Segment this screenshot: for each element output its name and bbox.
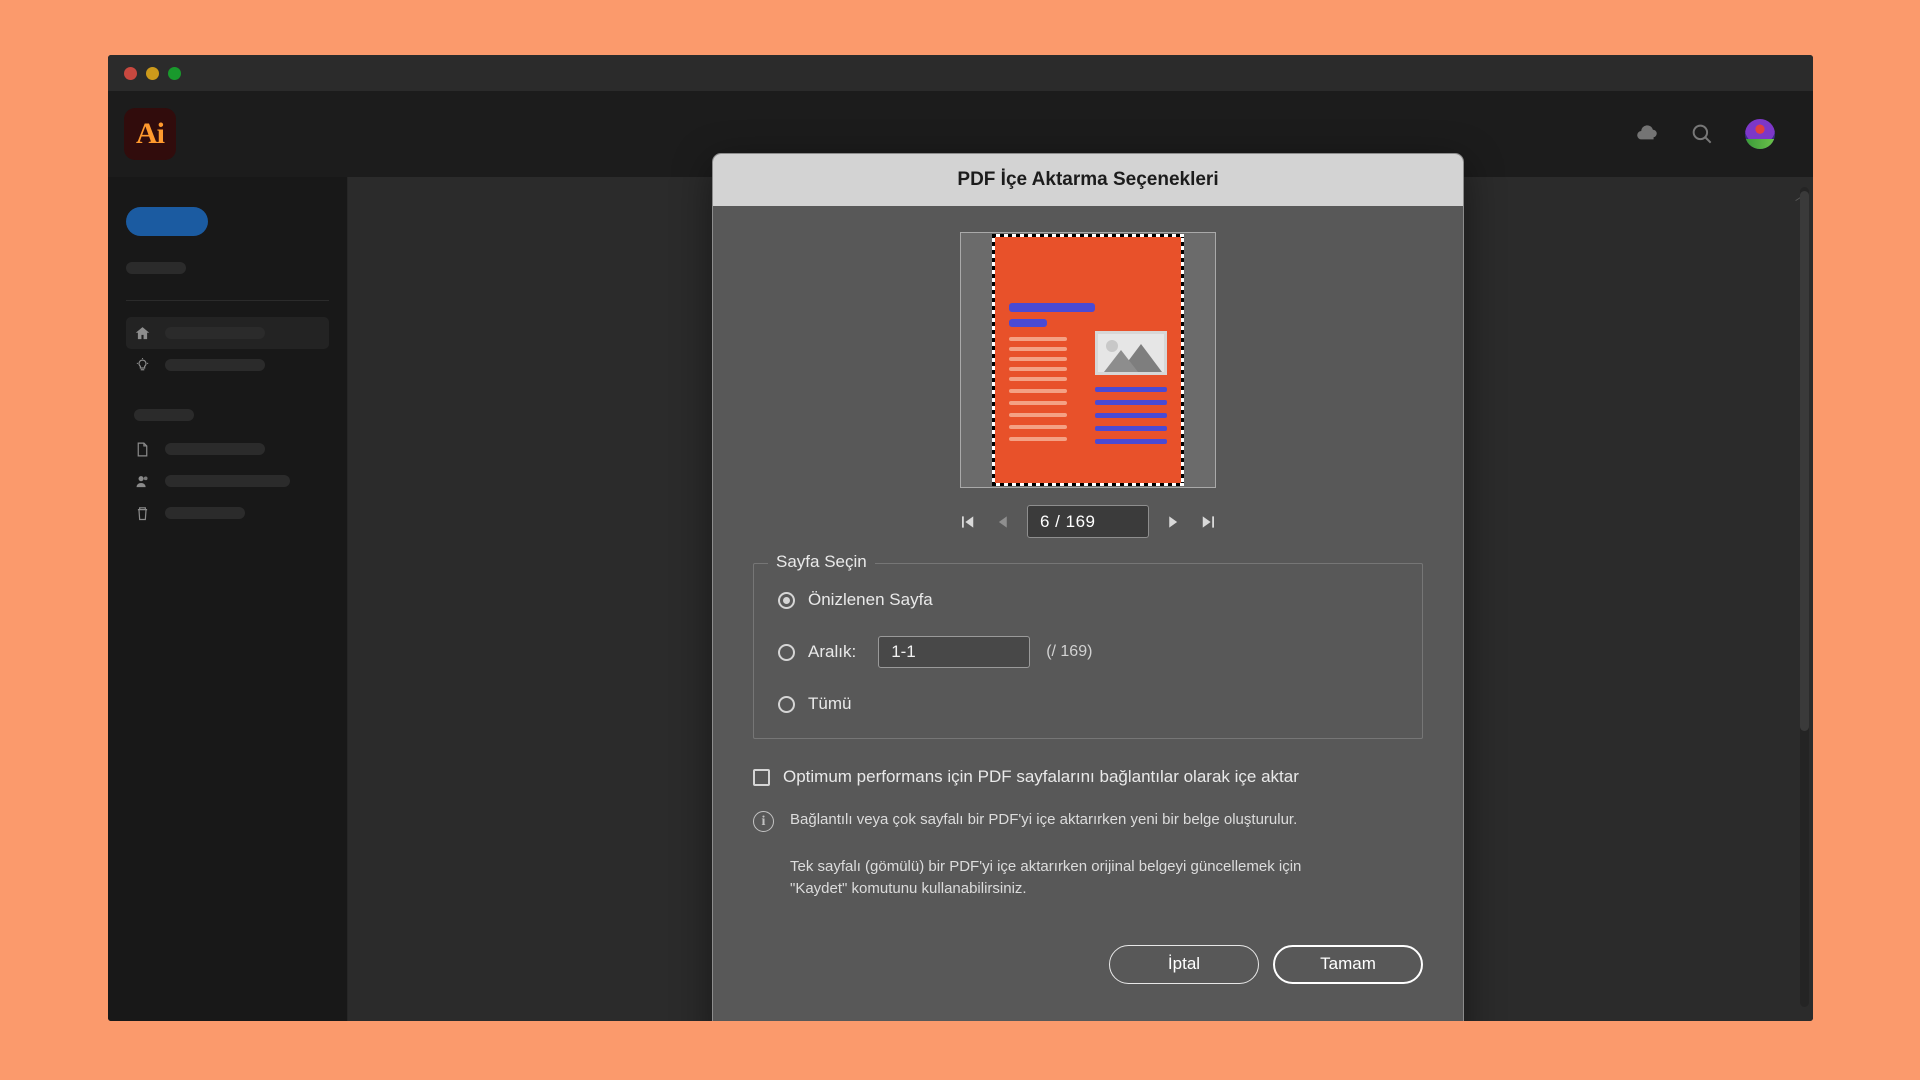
trash-icon [137, 506, 148, 520]
radio-option-all[interactable]: Tümü [778, 694, 1398, 714]
import-as-links-checkbox[interactable] [753, 768, 770, 786]
radio-preview-page-label: Önizlenen Sayfa [808, 590, 933, 609]
page-select-legend: Sayfa Seçin [768, 552, 875, 572]
topbar-actions [1633, 119, 1775, 149]
avatar[interactable] [1745, 119, 1775, 149]
ok-button[interactable]: Tamam [1273, 944, 1423, 984]
sidebar-item-home[interactable] [126, 317, 329, 349]
radio-range-icon [778, 643, 795, 661]
range-total-label: (/ 169) [1046, 643, 1093, 660]
radio-preview-page-icon [778, 591, 795, 609]
pdf-preview-frame [960, 232, 1216, 488]
preview-blue-line [1095, 439, 1167, 444]
last-page-button[interactable] [1197, 511, 1219, 533]
radio-range-label: Aralık: [808, 642, 857, 661]
preview-text-line [1009, 401, 1067, 405]
preview-text-line [1009, 357, 1067, 361]
preview-blue-line [1095, 387, 1167, 392]
radio-all-icon [778, 695, 795, 713]
info-paragraph-2: Tek sayfalı (gömülü) bir PDF'yi içe akta… [790, 858, 1302, 897]
preview-subheading-bar [1009, 319, 1047, 327]
preview-text-line [1009, 437, 1067, 441]
first-page-button[interactable] [957, 511, 979, 533]
sidebar-placeholder-label [126, 262, 186, 274]
radio-option-range[interactable]: Aralık: 1-1 (/ 169) [778, 636, 1398, 668]
sidebar-item-label [165, 507, 245, 519]
window-titlebar [108, 55, 1813, 91]
sidebar-item-learn[interactable] [126, 349, 329, 381]
user-icon [136, 475, 148, 487]
preview-page-content [995, 237, 1181, 483]
preview-blue-line [1095, 400, 1167, 405]
dialog-body: 6 / 169 Sayfa Seçin Önizlenen Sayfa Aral… [713, 206, 1463, 984]
info-icon: i [753, 811, 774, 832]
range-input[interactable]: 1-1 [878, 636, 1031, 668]
dialog-actions: İptal Tamam [753, 944, 1423, 984]
info-paragraph-1: Bağlantılı veya çok sayfalı bir PDF'yi i… [790, 811, 1298, 828]
info-text-group: Bağlantılı veya çok sayfalı bir PDF'yi i… [790, 809, 1350, 899]
import-as-links-row[interactable]: Optimum performans için PDF sayfalarını … [753, 767, 1423, 787]
dialog-title: PDF İçe Aktarma Seçenekleri [713, 154, 1463, 206]
window-maximize-button[interactable] [168, 66, 181, 80]
preview-image-placeholder [1095, 331, 1167, 375]
vertical-scrollbar-thumb[interactable] [1800, 191, 1809, 731]
sidebar-item-trash[interactable] [126, 497, 329, 529]
info-block: i Bağlantılı veya çok sayfalı bir PDF'yi… [753, 809, 1423, 899]
page-navigation: 6 / 169 [753, 505, 1423, 538]
sidebar-item-shared[interactable] [126, 465, 329, 497]
preview-blue-line [1095, 413, 1167, 418]
preview-heading-bar [1009, 303, 1095, 312]
cloud-icon[interactable] [1633, 121, 1659, 147]
preview-text-line [1009, 347, 1067, 351]
sidebar-item-label [165, 359, 265, 371]
sidebar-item-label [165, 443, 265, 455]
preview-text-line [1009, 377, 1067, 381]
sidebar-item-label [165, 327, 265, 339]
sidebar-item-label [165, 475, 290, 487]
document-icon [137, 442, 148, 456]
sidebar-new-button[interactable] [126, 207, 208, 236]
preview-text-line [1009, 425, 1067, 429]
radio-option-preview-page[interactable]: Önizlenen Sayfa [778, 590, 1398, 610]
import-as-links-label: Optimum performans için PDF sayfalarını … [783, 767, 1299, 786]
lightbulb-icon [136, 357, 149, 370]
radio-all-label: Tümü [808, 694, 852, 713]
preview-text-line [1009, 367, 1067, 371]
sidebar-divider [126, 300, 329, 301]
sidebar-item-files[interactable] [126, 433, 329, 465]
pdf-import-options-dialog: PDF İçe Aktarma Seçenekleri 6 / 169 Sayf… [712, 153, 1464, 1021]
illustrator-logo: Ai [124, 108, 176, 160]
next-page-button[interactable] [1162, 511, 1184, 533]
sidebar-section-placeholder [134, 409, 194, 421]
preview-container [753, 232, 1423, 488]
pdf-preview-page [992, 234, 1184, 486]
page-select-fieldset: Sayfa Seçin Önizlenen Sayfa Aralık: 1-1 … [753, 552, 1423, 739]
window-minimize-button[interactable] [146, 66, 159, 80]
preview-text-line [1009, 337, 1067, 341]
application-window: Ai PDF İçe Aktarma Seçenekleri 6 / 169 S… [108, 55, 1813, 1021]
preview-text-line [1009, 389, 1067, 393]
sidebar [108, 177, 348, 1021]
window-close-button[interactable] [124, 66, 137, 80]
home-icon [135, 326, 150, 339]
preview-text-line [1009, 413, 1067, 417]
preview-mountain-shape [1104, 350, 1138, 372]
preview-blue-line [1095, 426, 1167, 431]
previous-page-button[interactable] [992, 511, 1014, 533]
search-icon[interactable] [1689, 121, 1715, 147]
page-number-input[interactable]: 6 / 169 [1027, 505, 1149, 538]
cancel-button[interactable]: İptal [1109, 944, 1259, 984]
